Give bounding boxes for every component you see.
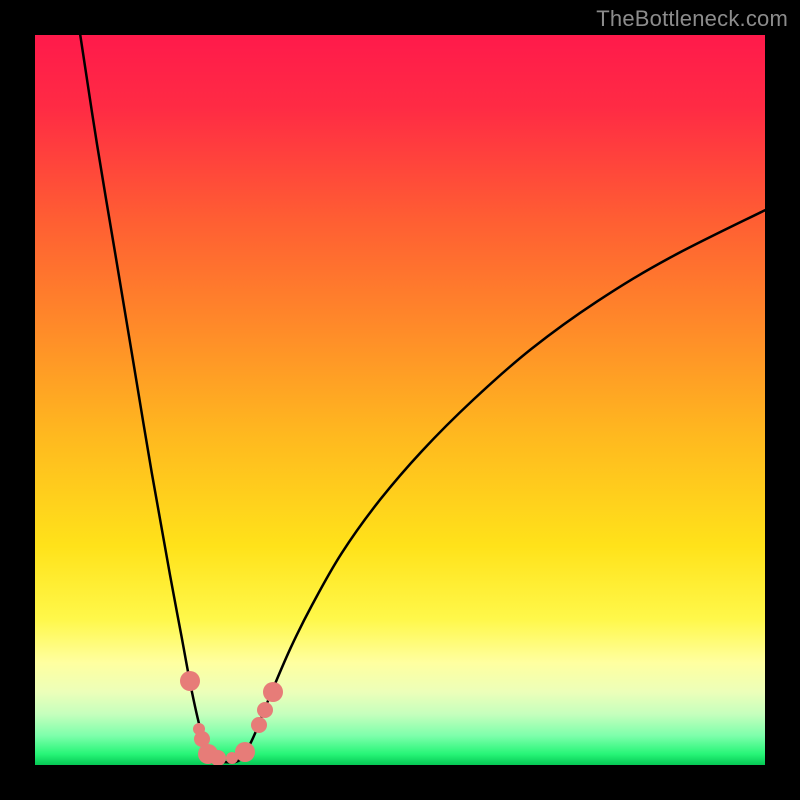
curve-marker [251, 717, 267, 733]
chart-frame: TheBottleneck.com [0, 0, 800, 800]
curve-marker [180, 671, 200, 691]
curve-marker [263, 682, 283, 702]
watermark-text: TheBottleneck.com [596, 6, 788, 32]
curve-marker [257, 702, 273, 718]
plot-area [35, 35, 765, 765]
bottleneck-curve [35, 35, 765, 765]
curve-marker [235, 742, 255, 762]
curve-marker [210, 750, 226, 765]
